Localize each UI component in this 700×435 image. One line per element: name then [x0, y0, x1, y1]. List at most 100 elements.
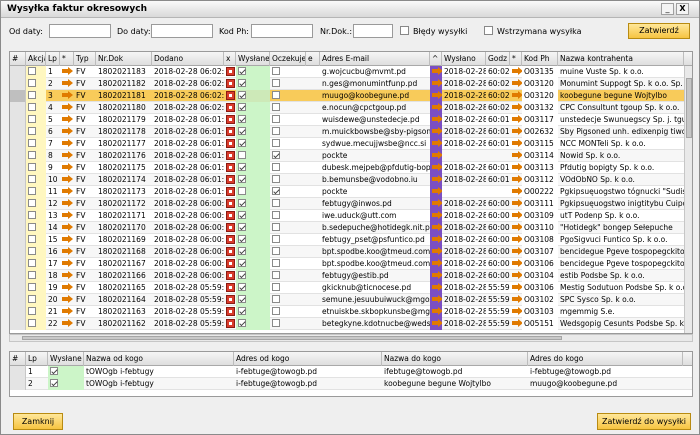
nr-dok-input[interactable]: [353, 24, 393, 38]
zatwierdz-do-wysylki-button[interactable]: Zatwierdź do wysyłki: [597, 413, 691, 430]
arrow-right-icon[interactable]: [62, 103, 73, 111]
pdf-cell[interactable]: [224, 174, 236, 186]
akcja-checkbox[interactable]: [28, 67, 36, 75]
pdf-cell[interactable]: [224, 294, 236, 306]
arrow-right-icon[interactable]: [432, 199, 442, 207]
header-col-lp[interactable]: Lp: [46, 52, 60, 66]
caret-cell[interactable]: [430, 114, 442, 126]
header-col-typ[interactable]: Typ: [74, 52, 96, 66]
row-selector[interactable]: [10, 282, 26, 294]
pdf-icon[interactable]: [226, 78, 235, 88]
arrow-right-icon[interactable]: [512, 79, 522, 87]
wyslane-checkbox[interactable]: [238, 151, 246, 159]
akcja-checkbox[interactable]: [28, 139, 36, 147]
header-col-nrdok[interactable]: Nr.Dok: [96, 52, 152, 66]
pdf-cell[interactable]: [224, 138, 236, 150]
arrow-right-icon[interactable]: [512, 235, 522, 243]
oczekuje-cell[interactable]: [270, 126, 306, 138]
table-row[interactable]: 5 FV 1802021179 2018-02-28 06:01:52 wuisdewe…: [10, 114, 692, 126]
arrow-right-icon[interactable]: [432, 163, 442, 171]
arrow-right-icon[interactable]: [512, 259, 522, 267]
akcja-cell[interactable]: [26, 270, 46, 282]
oczekuje-checkbox[interactable]: [272, 103, 280, 111]
arrow-right-icon[interactable]: [432, 187, 442, 195]
wyslane-cell[interactable]: [236, 114, 270, 126]
pdf-cell[interactable]: [224, 318, 236, 330]
wyslane-checkbox[interactable]: [238, 187, 246, 195]
header-col-dodano[interactable]: Dodano: [152, 52, 224, 66]
table-row[interactable]: 15 FV 1802021169 2018-02-28 06:00:26 febtugy…: [10, 234, 692, 246]
oczekuje-checkbox[interactable]: [272, 127, 280, 135]
row-selector[interactable]: [10, 294, 26, 306]
pdf-cell[interactable]: [224, 234, 236, 246]
wyslane-checkbox[interactable]: [238, 91, 246, 99]
wyslane-checkbox[interactable]: [238, 79, 246, 87]
table-row[interactable]: 3 FV 1802021181 2018-02-28 06:02:10 muugo@ko…: [10, 90, 692, 102]
close-button[interactable]: X: [676, 3, 689, 15]
email-cell[interactable]: semune.jesuubuiwuck@mgos.pd: [320, 294, 430, 306]
table-row[interactable]: 19 FV 1802021165 2018-02-28 05:59:52 gkicknu…: [10, 282, 692, 294]
arrow-right-icon[interactable]: [512, 151, 522, 159]
wyslane-cell[interactable]: [236, 318, 270, 330]
header-col-wyslane[interactable]: Wysłane: [48, 352, 84, 366]
akcja-cell[interactable]: [26, 210, 46, 222]
wyslane-checkbox[interactable]: [50, 367, 58, 375]
table-row[interactable]: 2 tOWOgb i-febtugy i-febtuge@towogb.pd koob…: [10, 378, 692, 390]
caret-cell[interactable]: [430, 90, 442, 102]
kod-ph-input[interactable]: [251, 24, 313, 38]
horizontal-scrollbar[interactable]: [9, 334, 693, 342]
pdf-cell[interactable]: [224, 114, 236, 126]
table-row[interactable]: 14 FV 1802021170 2018-02-28 06:00:35 b.sedep…: [10, 222, 692, 234]
akcja-cell[interactable]: [26, 114, 46, 126]
pdf-icon[interactable]: [226, 294, 235, 304]
pdf-icon[interactable]: [226, 138, 235, 148]
wyslane-cell[interactable]: [48, 378, 84, 390]
wyslane-checkbox[interactable]: [238, 223, 246, 231]
arrow-right-icon[interactable]: [62, 295, 73, 303]
do-daty-input[interactable]: [151, 24, 213, 38]
wyslane-cell[interactable]: [236, 66, 270, 78]
akcja-checkbox[interactable]: [28, 295, 36, 303]
arrow-right-icon[interactable]: [62, 211, 73, 219]
header-col-akcja[interactable]: Akcja: [26, 52, 46, 66]
oczekuje-cell[interactable]: [270, 210, 306, 222]
arrow-right-icon[interactable]: [432, 103, 442, 111]
minimize-button[interactable]: _: [661, 3, 674, 15]
email-cell[interactable]: n.ges@monumintfunp.pd: [320, 78, 430, 90]
wyslane-checkbox[interactable]: [238, 271, 246, 279]
akcja-checkbox[interactable]: [28, 259, 36, 267]
wyslane-checkbox[interactable]: [238, 259, 246, 267]
arrow-right-icon[interactable]: [512, 223, 522, 231]
od-daty-input[interactable]: [49, 24, 111, 38]
akcja-checkbox[interactable]: [28, 103, 36, 111]
email-cell[interactable]: wuisdewe@unstedecje.pd: [320, 114, 430, 126]
row-selector[interactable]: [10, 210, 26, 222]
arrow-right-icon[interactable]: [432, 79, 442, 87]
wyslane-cell[interactable]: [236, 90, 270, 102]
arrow-right-icon[interactable]: [62, 151, 73, 159]
oczekuje-cell[interactable]: [270, 258, 306, 270]
arrow-right-icon[interactable]: [432, 175, 442, 183]
pdf-icon[interactable]: [226, 66, 235, 76]
oczekuje-cell[interactable]: [270, 114, 306, 126]
wyslane-cell[interactable]: [236, 150, 270, 162]
caret-cell[interactable]: [430, 210, 442, 222]
table-row[interactable]: 2 FV 1802021182 2018-02-28 06:02:19 n.ges@mo…: [10, 78, 692, 90]
table-row[interactable]: 1 tOWOgb i-febtugy i-febtuge@towogb.pd ifeb…: [10, 366, 692, 378]
arrow-right-icon[interactable]: [512, 187, 522, 195]
caret-cell[interactable]: [430, 306, 442, 318]
email-cell[interactable]: gkicknub@ticnocese.pd: [320, 282, 430, 294]
caret-cell[interactable]: [430, 162, 442, 174]
arrow-right-icon[interactable]: [512, 115, 522, 123]
arrow-right-icon[interactable]: [62, 247, 73, 255]
wyslane-checkbox[interactable]: [50, 379, 58, 387]
wyslane-cell[interactable]: [236, 294, 270, 306]
pdf-icon[interactable]: [226, 102, 235, 112]
arrow-right-icon[interactable]: [512, 271, 522, 279]
akcja-cell[interactable]: [26, 222, 46, 234]
oczekuje-cell[interactable]: [270, 174, 306, 186]
caret-cell[interactable]: [430, 150, 442, 162]
table-row[interactable]: 9 FV 1802021175 2018-02-28 06:01:18 dubesk.m…: [10, 162, 692, 174]
oczekuje-cell[interactable]: [270, 198, 306, 210]
arrow-right-icon[interactable]: [62, 139, 73, 147]
